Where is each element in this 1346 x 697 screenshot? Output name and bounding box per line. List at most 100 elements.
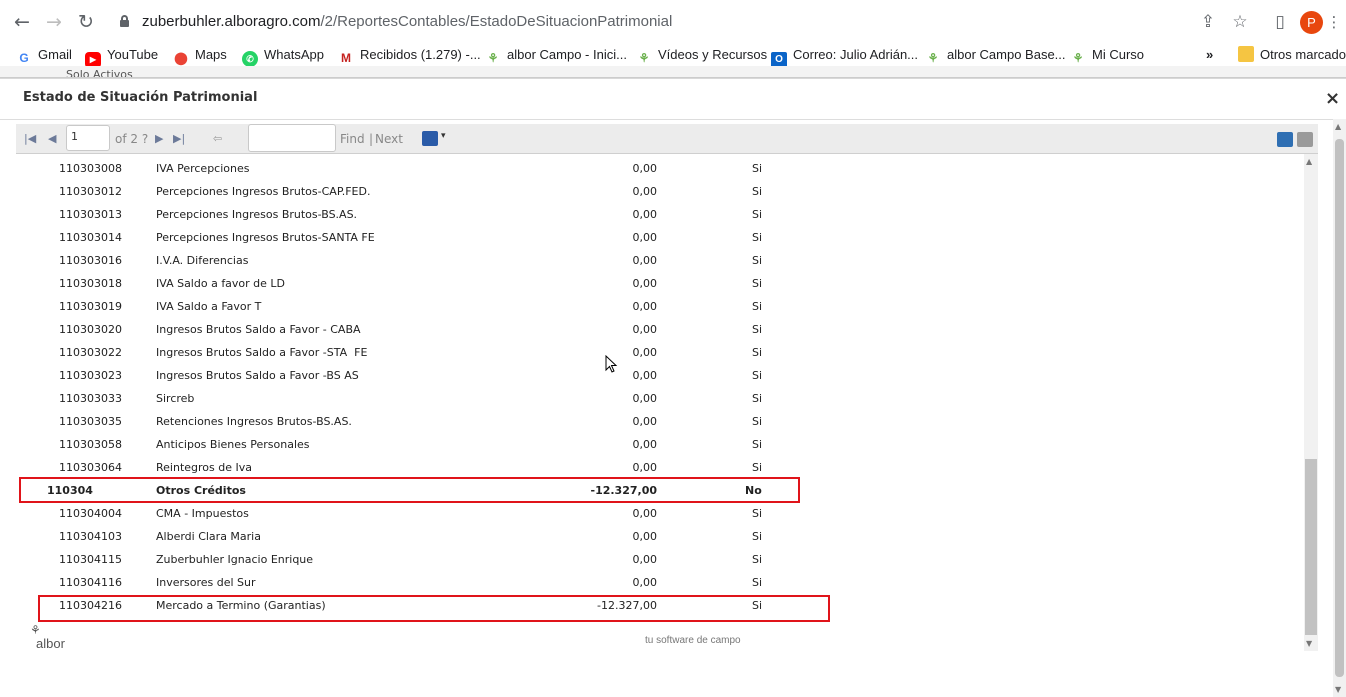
account-amount: 0,00 (632, 369, 658, 382)
account-code: 110303008 (59, 162, 122, 175)
first-page-icon[interactable]: |◀ (24, 131, 36, 147)
table-row: 110303064 Reintegros de Iva 0,00 Si (16, 453, 1304, 476)
account-amount: 0,00 (632, 415, 658, 428)
url-path: /2/ReportesContables/EstadoDeSituacionPa… (320, 13, 673, 30)
mouse-cursor-icon (605, 355, 618, 373)
bookmark-whatsapp[interactable]: ✆ WhatsApp (242, 46, 324, 67)
last-page-icon[interactable]: ▶| (173, 131, 185, 147)
account-amount: 0,00 (632, 530, 658, 543)
scroll-down-icon[interactable]: ▼ (1335, 685, 1341, 694)
bookmark-other-folder[interactable]: Otros marcadores (1238, 46, 1346, 64)
account-description: I.V.A. Diferencias (156, 254, 249, 267)
account-amount: 0,00 (632, 392, 658, 405)
account-description: Alberdi Clara Maria (156, 530, 261, 543)
bookmark-correo[interactable]: O Correo: Julio Adrián... (771, 46, 919, 68)
find-next-link[interactable]: Next (375, 132, 403, 146)
close-icon[interactable]: × (1325, 88, 1340, 109)
account-amount: 0,00 (632, 231, 658, 244)
table-row: 110303019 IVA Saldo a Favor T 0,00 Si (16, 292, 1304, 315)
bookmark-mi-curso[interactable]: ⚘ Mi Curso (1070, 46, 1144, 65)
refresh-report-icon[interactable] (1277, 132, 1293, 147)
albor-icon: ⚘ (638, 51, 650, 65)
account-flag: Si (752, 530, 763, 543)
back-to-parent-icon[interactable]: ⇦ (213, 131, 222, 147)
table-row: 110303013 Percepciones Ingresos Brutos-BS… (16, 200, 1304, 223)
highlight-mercado-a-termino (38, 595, 830, 622)
next-page-icon[interactable]: ▶ (155, 131, 163, 147)
account-code: 110303064 (59, 461, 122, 474)
table-row: 110303012 Percepciones Ingresos Brutos-CA… (16, 177, 1304, 200)
bookmark-label: Otros marcadores (1260, 47, 1346, 62)
scroll-down-icon[interactable]: ▼ (1306, 639, 1312, 648)
account-description: Ingresos Brutos Saldo a Favor -STA FE (156, 346, 368, 359)
modal-scrollbar[interactable]: ▲ ▼ (1333, 119, 1346, 697)
background-text: Solo Activos (66, 68, 133, 78)
table-row: 110303016 I.V.A. Diferencias 0,00 Si (16, 246, 1304, 269)
account-code: 110303035 (59, 415, 122, 428)
menu-dots-icon[interactable]: ⋮ (1322, 10, 1346, 34)
find-link[interactable]: Find (340, 132, 365, 146)
bookmark-albor-inicio[interactable]: ⚘ albor Campo - Inici... (485, 46, 627, 65)
account-description: Retenciones Ingresos Brutos-BS.AS. (156, 415, 352, 428)
report-scroll-thumb[interactable] (1305, 459, 1317, 635)
side-panel-icon[interactable]: ▯ (1268, 10, 1292, 34)
account-amount: 0,00 (632, 208, 658, 221)
find-input[interactable] (248, 124, 336, 152)
bookmark-albor-base[interactable]: ⚘ albor Campo Base... (925, 46, 1066, 65)
modal-title: Estado de Situación Patrimonial (23, 90, 258, 105)
maps-icon: ⬤ (174, 51, 188, 65)
account-flag: Si (752, 277, 763, 290)
browser-toolbar: ← → ↻ zuberbuhler.alboragro.com/2/Report… (0, 0, 1346, 44)
account-amount: 0,00 (632, 438, 658, 451)
print-icon[interactable] (1297, 132, 1313, 147)
table-row: 110303022 Ingresos Brutos Saldo a Favor -… (16, 338, 1304, 361)
albor-icon: ⚘ (487, 51, 499, 65)
scroll-up-icon[interactable]: ▲ (1335, 122, 1341, 131)
report-scrollbar[interactable]: ▲ ▼ (1304, 154, 1318, 651)
report-toolbar: |◀ ◀ 1 of 2 ? ▶ ▶| ⇦ Find | Next ▾ (16, 124, 1318, 154)
report-modal: Estado de Situación Patrimonial × |◀ ◀ 1… (0, 78, 1346, 697)
previous-page-icon[interactable]: ◀ (48, 131, 56, 147)
account-description: IVA Percepciones (156, 162, 250, 175)
albor-icon: ⚘ (1072, 51, 1084, 65)
profile-avatar[interactable]: P (1300, 11, 1323, 34)
account-description: Ingresos Brutos Saldo a Favor -BS AS (156, 369, 359, 382)
account-description: Percepciones Ingresos Brutos-SANTA FE (156, 231, 375, 244)
account-amount: 0,00 (632, 300, 658, 313)
account-flag: Si (752, 507, 763, 520)
reload-icon[interactable]: ↻ (74, 10, 98, 34)
table-row: 110303023 Ingresos Brutos Saldo a Favor -… (16, 361, 1304, 384)
address-bar[interactable]: zuberbuhler.alboragro.com/2/ReportesCont… (110, 8, 1260, 36)
scroll-up-icon[interactable]: ▲ (1306, 157, 1312, 166)
account-flag: Si (752, 185, 763, 198)
bookmark-youtube[interactable]: ▶ YouTube (85, 46, 158, 68)
bookmark-label: Gmail (38, 47, 72, 62)
bookmark-label: Correo: Julio Adrián... (793, 47, 919, 62)
share-icon[interactable]: ⇪ (1196, 10, 1220, 34)
account-code: 110304103 (59, 530, 122, 543)
back-arrow-icon[interactable]: ← (10, 10, 34, 34)
page-count: of 2 ? (115, 132, 149, 146)
bookmark-gmail[interactable]: G Gmail (16, 46, 72, 65)
account-flag: Si (752, 438, 763, 451)
bookmark-label: Vídeos y Recursos (658, 47, 768, 62)
find-separator: | (369, 132, 374, 146)
account-flag: Si (752, 553, 763, 566)
bookmark-videos[interactable]: ⚘ Vídeos y Recursos (636, 46, 768, 65)
bookmarks-bar: G Gmail ▶ YouTube ⬤ Maps ✆ WhatsApp M Recibid… (0, 44, 1346, 68)
bookmark-maps[interactable]: ⬤ Maps (173, 46, 227, 65)
export-dropdown-icon[interactable]: ▾ (441, 131, 446, 141)
report-body: 110303008 IVA Percepciones 0,00 Si 11030301… (16, 154, 1304, 639)
bookmark-gmail-inbox[interactable]: M Recibidos (1.279) -... (338, 46, 481, 65)
modal-scroll-thumb[interactable] (1335, 139, 1344, 677)
forward-arrow-icon[interactable]: → (42, 10, 66, 34)
albor-icon: ⚘ (927, 51, 939, 65)
account-description: IVA Saldo a favor de LD (156, 277, 286, 290)
export-icon[interactable] (422, 131, 438, 146)
star-icon[interactable]: ☆ (1228, 10, 1252, 34)
bookmarks-more-button[interactable]: » (1206, 46, 1213, 64)
table-row: 110303020 Ingresos Brutos Saldo a Favor -… (16, 315, 1304, 338)
page-number-input[interactable]: 1 (66, 125, 110, 151)
sprout-icon: ⚘ (30, 623, 41, 637)
table-row: 110303018 IVA Saldo a favor de LD 0,00 Si (16, 269, 1304, 292)
